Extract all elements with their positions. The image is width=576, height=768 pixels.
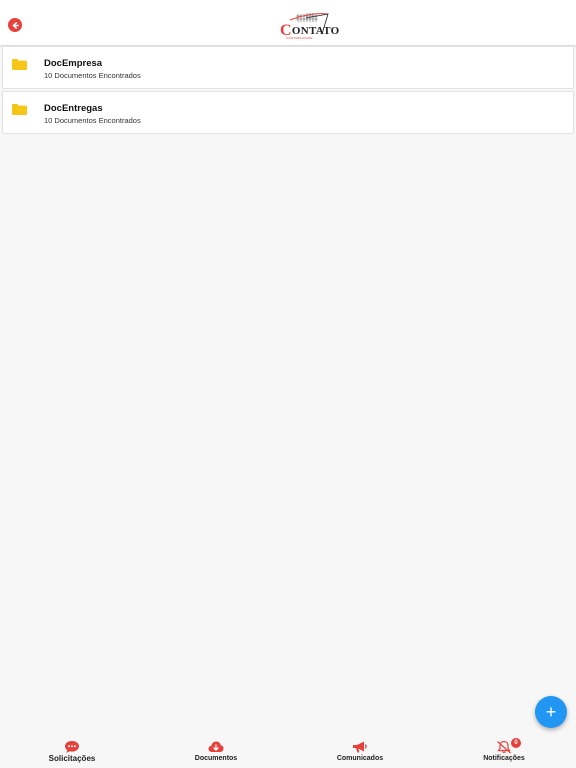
tab-solicitacoes[interactable]: Solicitações (27, 734, 117, 768)
megaphone-icon (353, 741, 367, 753)
folder-icon (12, 59, 27, 70)
folder-subtitle: 10 Documentos Encontrados (44, 71, 141, 80)
folder-item-docentregas[interactable]: DocEntregas 10 Documentos Encontrados (2, 91, 574, 134)
cloud-download-icon (208, 741, 224, 752)
plus-icon: + (545, 702, 557, 722)
tab-label: Solicitações (48, 754, 96, 763)
folder-list: DocEmpresa 10 Documentos Encontrados Doc… (2, 46, 574, 136)
tab-notificacoes[interactable]: 0 Notificações (459, 734, 549, 768)
arrow-left-icon (12, 21, 19, 29)
bell-off-icon (497, 740, 511, 754)
add-button[interactable]: + (535, 696, 567, 728)
folder-item-docempresa[interactable]: DocEmpresa 10 Documentos Encontrados (2, 46, 574, 89)
tab-documentos[interactable]: Documentos (171, 734, 261, 768)
folder-title: DocEntregas (44, 103, 103, 114)
tab-comunicados[interactable]: Comunicados (315, 734, 405, 768)
folder-icon (12, 104, 27, 115)
notification-badge: 0 (511, 738, 521, 748)
chat-bubble-icon (65, 741, 79, 753)
tab-label: Notificações (483, 755, 525, 762)
back-button[interactable] (8, 18, 22, 32)
tab-label: Comunicados (336, 755, 384, 762)
app-header: CONTATO CONTABILIDADE (0, 0, 576, 46)
bottom-tab-bar: Solicitações Documentos Comunicados 0 No… (0, 734, 576, 768)
logo-subtitle: CONTABILIDADE (286, 36, 313, 40)
folder-subtitle: 10 Documentos Encontrados (44, 116, 141, 125)
tab-label: Documentos (194, 755, 238, 762)
company-logo: CONTATO CONTABILIDADE (276, 10, 339, 40)
folder-title: DocEmpresa (44, 58, 103, 69)
